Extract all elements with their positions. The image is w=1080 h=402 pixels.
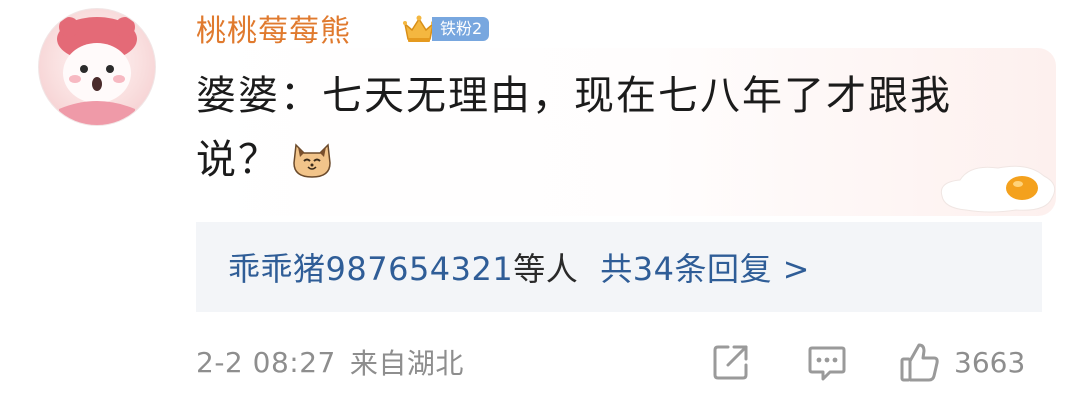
reply-count-link[interactable]: 共34条回复 >: [600, 250, 810, 288]
comment-card: 桃桃莓莓熊 铁粉2 婆婆：七天无理由，现在七八年了才跟我说？ 乖乖猪987654…: [0, 0, 1080, 402]
cat-face-icon: [293, 143, 331, 178]
share-icon: [713, 345, 748, 380]
comment-date: 2-2 08:27: [196, 345, 336, 379]
fried-egg-icon: [940, 165, 1056, 213]
replies-preview[interactable]: 乖乖猪987654321等人 共34条回复 >: [196, 222, 1042, 312]
like-button[interactable]: 3663: [898, 340, 1025, 384]
comment-icon: [808, 346, 846, 381]
reply-user-link[interactable]: 乖乖猪987654321: [228, 250, 513, 288]
reply-others-label: 等人: [513, 250, 579, 288]
comment-location: 来自湖北: [349, 347, 464, 380]
like-count: 3663: [954, 345, 1026, 379]
comment-button[interactable]: [806, 340, 848, 384]
comment-text-block: 婆婆：七天无理由，现在七八年了才跟我说？: [196, 64, 1026, 192]
fan-badge-label: 铁粉2: [432, 17, 490, 41]
username[interactable]: 桃桃莓莓熊: [196, 6, 351, 50]
avatar[interactable]: [38, 8, 156, 126]
share-button[interactable]: [710, 340, 752, 384]
thumbs-up-icon: [900, 343, 939, 382]
comment-meta: 2-2 08:27 来自湖北: [196, 340, 464, 384]
replies-preview-text: 乖乖猪987654321等人 共34条回复 >: [228, 244, 810, 290]
crown-icon: [403, 15, 435, 42]
fan-badge[interactable]: 铁粉2: [402, 14, 490, 44]
avatar-bear-illustration: [57, 17, 137, 125]
